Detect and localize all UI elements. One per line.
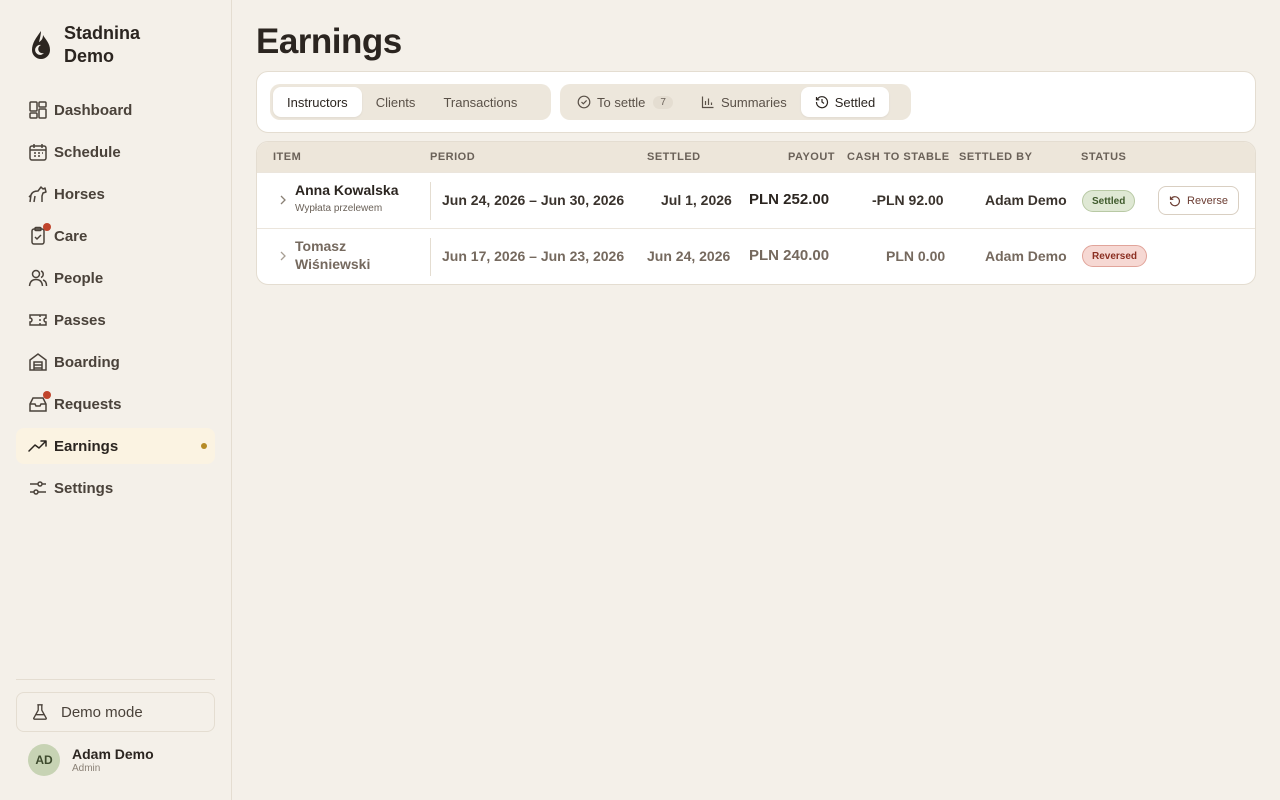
- sidebar-item-label: Schedule: [54, 143, 121, 161]
- clipboard-icon: [28, 223, 51, 246]
- period: Jun 24, 2026 – Jun 30, 2026: [442, 192, 625, 208]
- sidebar-item-label: Boarding: [54, 353, 120, 371]
- demo-mode-label: Demo mode: [61, 703, 143, 721]
- tab-transactions[interactable]: Transactions: [429, 87, 531, 117]
- reverse-button[interactable]: Reverse: [1158, 186, 1239, 215]
- column-header-settled-by[interactable]: SETTLED BY: [959, 151, 1032, 163]
- logo-icon: [28, 27, 54, 63]
- inbox-icon: [28, 391, 51, 414]
- instructor-name: Anna Kowalska: [295, 182, 399, 198]
- page-title: Earnings: [256, 22, 402, 61]
- column-header-period[interactable]: PERIOD: [430, 151, 475, 163]
- ticket-icon: [28, 310, 48, 330]
- tab-instructors[interactable]: Instructors: [273, 87, 362, 117]
- count-badge: 7: [653, 95, 673, 109]
- sidebar-item-label: Earnings: [54, 437, 119, 455]
- sidebar-item-label: Horses: [54, 185, 105, 203]
- sidebar-item-label: Passes: [54, 311, 106, 329]
- notification-dot: [43, 391, 51, 399]
- tab-label: To settle: [597, 94, 646, 110]
- sidebar: Stadnina Demo Dashboard Schedule Horses: [0, 0, 232, 800]
- main-nav: Dashboard Schedule Horses Care People Pa…: [16, 92, 215, 512]
- settled-date: Jun 24, 2026: [647, 248, 731, 264]
- tab-label: Summaries: [720, 94, 787, 110]
- sidebar-item-boarding[interactable]: Boarding: [16, 344, 215, 380]
- status-badge: Reversed: [1082, 245, 1148, 267]
- chevron-right-icon[interactable]: [277, 249, 289, 263]
- sidebar-item-label: Settings: [54, 479, 114, 497]
- settled-date: Jul 1, 2026: [661, 192, 732, 208]
- dashboard-icon: [28, 100, 48, 120]
- tab-settled[interactable]: Settled: [800, 87, 890, 117]
- tab-label: Settled: [834, 94, 876, 110]
- calendar-icon: [28, 142, 48, 162]
- history-icon: [815, 96, 828, 109]
- notification-dot: [43, 223, 51, 231]
- sidebar-item-settings[interactable]: Settings: [16, 470, 215, 506]
- undo-icon: [1169, 195, 1181, 206]
- cash-to-stable: -PLN 92.00: [872, 192, 944, 208]
- trending-up-icon: [28, 436, 48, 456]
- column-header-payout[interactable]: PAYOUT: [788, 151, 835, 163]
- sidebar-item-schedule[interactable]: Schedule: [16, 134, 215, 170]
- horse-icon: [28, 184, 48, 204]
- divider: [430, 238, 431, 276]
- active-indicator: [201, 443, 207, 449]
- column-header-status[interactable]: STATUS: [1081, 151, 1126, 163]
- column-header-settled[interactable]: SETTLED: [647, 151, 701, 163]
- sidebar-item-label: Care: [54, 227, 88, 245]
- bar-chart-icon: [701, 96, 714, 109]
- app-name: Stadnina Demo: [64, 23, 141, 66]
- status-badge: Settled: [1082, 190, 1136, 212]
- sidebar-item-label: People: [54, 269, 104, 287]
- check-circle-icon: [577, 95, 591, 109]
- reverse-label: Reverse: [1187, 194, 1228, 207]
- tab-to-settle[interactable]: To settle 7: [563, 87, 687, 117]
- sidebar-item-care[interactable]: Care: [16, 218, 215, 254]
- avatar: AD: [28, 744, 60, 776]
- entity-tabs: Instructors Clients Transactions: [270, 84, 551, 120]
- user-role: Admin: [72, 763, 101, 774]
- period: Jun 17, 2026 – Jun 23, 2026: [442, 248, 625, 264]
- payout-method: Wypłata przelewem: [295, 203, 383, 214]
- demo-mode-button[interactable]: Demo mode: [16, 692, 215, 732]
- divider: [430, 182, 431, 220]
- sidebar-item-requests[interactable]: Requests: [16, 386, 215, 422]
- sidebar-item-dashboard[interactable]: Dashboard: [16, 92, 215, 128]
- sidebar-item-label: Requests: [54, 395, 122, 413]
- settled-by: Adam Demo: [985, 192, 1067, 208]
- chevron-right-icon[interactable]: [277, 193, 289, 207]
- users-icon: [28, 268, 48, 288]
- table-row[interactable]: Tomasz Wiśniewski Jun 17, 2026 – Jun 23,…: [257, 228, 1255, 284]
- payout-amount: PLN 252.00: [749, 191, 830, 208]
- flask-icon: [33, 704, 47, 720]
- brand[interactable]: Stadnina Demo: [28, 22, 174, 68]
- sidebar-item-earnings[interactable]: Earnings: [16, 428, 215, 464]
- settled-by: Adam Demo: [985, 248, 1067, 264]
- sidebar-item-people[interactable]: People: [16, 260, 215, 296]
- column-header-cash-to-stable[interactable]: CASH TO STABLE: [847, 151, 950, 163]
- sliders-icon: [28, 478, 48, 498]
- instructor-name-last: Wiśniewski: [295, 256, 371, 272]
- cash-to-stable: PLN 0.00: [886, 248, 946, 264]
- payout-amount: PLN 240.00: [749, 247, 830, 264]
- tabs-card: Instructors Clients Transactions To sett…: [256, 71, 1256, 133]
- user-profile[interactable]: AD Adam Demo Admin: [28, 744, 154, 776]
- stable-icon: [28, 352, 48, 372]
- tab-clients[interactable]: Clients: [362, 87, 430, 117]
- table-row[interactable]: Anna Kowalska Wypłata przelewem Jun 24, …: [257, 172, 1255, 228]
- sidebar-item-horses[interactable]: Horses: [16, 176, 215, 212]
- sidebar-item-passes[interactable]: Passes: [16, 302, 215, 338]
- column-header-item[interactable]: ITEM: [273, 151, 301, 163]
- tab-summaries[interactable]: Summaries: [687, 87, 801, 117]
- table-header: ITEM PERIOD SETTLED PAYOUT CASH TO STABL…: [257, 142, 1255, 172]
- instructor-name-first: Tomasz: [295, 238, 347, 254]
- sidebar-item-label: Dashboard: [54, 101, 133, 119]
- divider: [16, 679, 215, 680]
- view-tabs: To settle 7 Summaries Settled: [560, 84, 911, 120]
- user-name: Adam Demo: [72, 746, 154, 762]
- settlements-table: ITEM PERIOD SETTLED PAYOUT CASH TO STABL…: [256, 141, 1256, 285]
